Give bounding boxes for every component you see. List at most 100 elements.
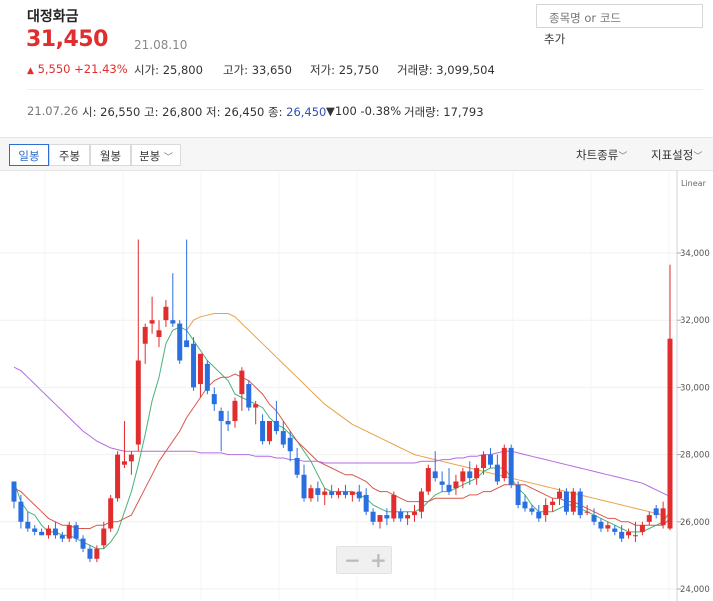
candle[interactable]	[474, 464, 480, 485]
candle[interactable]	[59, 531, 65, 542]
candle[interactable]	[204, 360, 210, 395]
candle[interactable]	[391, 491, 397, 522]
candle[interactable]	[322, 488, 328, 505]
candle[interactable]	[128, 451, 134, 475]
candle[interactable]	[191, 337, 197, 391]
candle[interactable]	[135, 239, 141, 452]
candle[interactable]	[225, 410, 231, 432]
candle[interactable]	[598, 518, 604, 532]
candle[interactable]	[280, 421, 286, 448]
candle[interactable]	[494, 454, 500, 485]
candle[interactable]	[398, 508, 404, 522]
candle[interactable]	[425, 464, 431, 495]
candle[interactable]	[301, 464, 307, 502]
candle[interactable]	[605, 521, 611, 532]
candle[interactable]	[570, 488, 576, 516]
candle[interactable]	[197, 353, 203, 398]
candle[interactable]	[501, 444, 507, 482]
detail-close-label: 종	[268, 105, 279, 119]
candle[interactable]	[142, 323, 148, 364]
candle[interactable]	[577, 488, 583, 519]
candle[interactable]	[46, 525, 52, 539]
tab-minute[interactable]: 분봉 ﹀	[131, 144, 181, 166]
candle[interactable]	[239, 367, 245, 411]
candle[interactable]	[487, 447, 493, 469]
candle[interactable]	[418, 488, 424, 519]
candle[interactable]	[639, 521, 645, 536]
candle[interactable]	[211, 387, 217, 411]
tab-monthly[interactable]: 월봉	[90, 144, 131, 166]
candle[interactable]	[80, 535, 86, 553]
candle[interactable]	[550, 498, 556, 512]
candle[interactable]	[646, 511, 652, 526]
candle[interactable]	[363, 488, 369, 516]
candle[interactable]	[432, 451, 438, 482]
candle[interactable]	[266, 421, 272, 445]
zoom-out-icon[interactable]: −	[344, 548, 361, 572]
candle-body	[142, 326, 148, 344]
candle[interactable]	[543, 498, 549, 522]
candle[interactable]	[253, 400, 259, 425]
candle[interactable]	[184, 239, 190, 348]
candle[interactable]	[405, 511, 411, 526]
candle[interactable]	[115, 451, 121, 502]
candle[interactable]	[349, 491, 355, 502]
chart-type-dropdown[interactable]: 차트종류﹀	[576, 147, 627, 163]
candle[interactable]	[149, 296, 155, 334]
candle[interactable]	[163, 300, 169, 327]
candle[interactable]	[370, 508, 376, 526]
candle[interactable]	[356, 484, 362, 502]
candle[interactable]	[453, 474, 459, 495]
candle[interactable]	[32, 525, 38, 536]
candle[interactable]	[232, 397, 238, 428]
candle[interactable]	[412, 505, 418, 522]
candle[interactable]	[515, 481, 521, 509]
add-button[interactable]: 추가	[544, 31, 565, 47]
candle[interactable]	[170, 273, 176, 327]
candlestick-chart[interactable]: Linear 34,000 32,000 30,000 28,000 26,000 24,…	[0, 171, 713, 601]
candle[interactable]	[308, 484, 314, 502]
candle[interactable]	[536, 505, 542, 522]
candle[interactable]	[329, 484, 335, 499]
candle[interactable]	[108, 494, 114, 532]
candle[interactable]	[612, 525, 618, 536]
candle[interactable]	[653, 505, 659, 519]
candle[interactable]	[626, 528, 632, 539]
candle[interactable]	[25, 511, 31, 532]
tab-daily[interactable]: 일봉	[9, 144, 49, 166]
search-input[interactable]	[536, 4, 703, 28]
candle[interactable]	[101, 521, 107, 549]
open-stat: 시가: 25,800	[134, 63, 203, 77]
candle-body	[481, 454, 487, 469]
candle[interactable]	[377, 515, 383, 529]
zoom-in-icon[interactable]: +	[370, 548, 387, 572]
candle[interactable]	[342, 484, 348, 499]
candle[interactable]	[439, 471, 445, 492]
candle[interactable]	[336, 488, 342, 499]
candle[interactable]	[11, 481, 17, 509]
candle[interactable]	[39, 528, 45, 536]
candle[interactable]	[446, 468, 452, 495]
candle[interactable]	[315, 481, 321, 502]
candle-body	[536, 511, 542, 519]
candle[interactable]	[246, 380, 252, 411]
candle[interactable]	[87, 545, 93, 563]
candle[interactable]	[294, 447, 300, 479]
candle-body	[412, 511, 418, 516]
candle[interactable]	[156, 320, 162, 348]
candle[interactable]	[260, 414, 266, 445]
candle[interactable]	[18, 494, 24, 529]
candle[interactable]	[218, 407, 224, 452]
chevron-down-icon: ﹀	[163, 153, 173, 163]
candle[interactable]	[584, 505, 590, 516]
candle[interactable]	[177, 320, 183, 364]
candle[interactable]	[667, 264, 673, 531]
candle[interactable]	[563, 488, 569, 516]
candle[interactable]	[508, 444, 514, 489]
candle[interactable]	[660, 501, 666, 529]
candle[interactable]	[273, 400, 279, 435]
indicator-settings-dropdown[interactable]: 지표설정﹀	[651, 147, 702, 163]
candle[interactable]	[52, 521, 58, 539]
candle[interactable]	[467, 461, 473, 485]
tab-weekly[interactable]: 주봉	[49, 144, 90, 166]
